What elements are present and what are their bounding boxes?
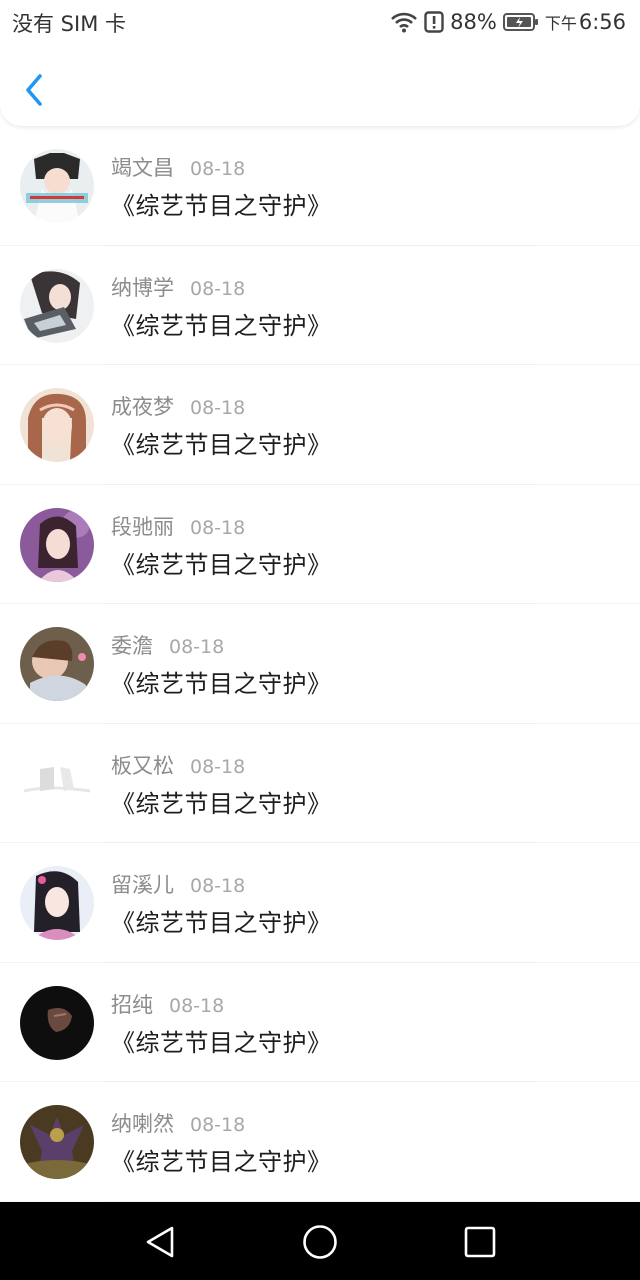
- avatar[interactable]: [20, 268, 94, 343]
- carrier-label: 没有 SIM 卡: [12, 12, 126, 36]
- list-item[interactable]: 竭文昌 08-18 《综艺节目之守护》: [0, 126, 640, 246]
- system-nav-bar: [0, 1202, 640, 1280]
- alert-icon: [424, 11, 444, 33]
- avatar[interactable]: [20, 1105, 94, 1179]
- user-name: 板又松: [111, 753, 174, 778]
- show-title: 《综艺节目之守护》: [111, 192, 332, 220]
- show-title: 《综艺节目之守护》: [111, 1148, 332, 1176]
- top-app-bar: [0, 44, 640, 126]
- post-date: 08-18: [190, 1114, 246, 1136]
- user-name: 纳喇然: [111, 1112, 174, 1136]
- show-title: 《综艺节目之守护》: [111, 1028, 332, 1057]
- avatar[interactable]: [20, 149, 94, 223]
- list-item[interactable]: 段驰丽 08-18 《综艺节目之守护》: [0, 485, 640, 604]
- list-item[interactable]: 纳博学 08-18 《综艺节目之守护》: [0, 246, 640, 365]
- wifi-icon: [390, 11, 418, 33]
- user-name: 段驰丽: [111, 514, 174, 539]
- user-name: 委澹: [111, 634, 153, 658]
- list-item[interactable]: 板又松 08-18 《综艺节目之守护》: [0, 724, 640, 843]
- status-icons: 88% 下午 6:56: [390, 8, 626, 36]
- avatar[interactable]: [20, 627, 94, 701]
- post-date: 08-18: [169, 994, 225, 1017]
- home-circle-icon: [300, 1222, 340, 1262]
- list-item[interactable]: 留溪儿 08-18 《综艺节目之守护》: [0, 843, 640, 963]
- battery-icon: [502, 12, 539, 32]
- post-date: 08-18: [190, 875, 246, 897]
- back-button[interactable]: [18, 70, 52, 110]
- chevron-left-icon: [18, 74, 52, 114]
- ampm-label: 下午: [544, 14, 577, 33]
- post-date: 08-18: [169, 636, 225, 658]
- avatar[interactable]: [20, 985, 94, 1060]
- list-item[interactable]: 纳喇然 08-18 《综艺节目之守护》: [0, 1082, 640, 1202]
- avatar[interactable]: [20, 388, 94, 462]
- show-title: 《综艺节目之守护》: [111, 311, 332, 340]
- nav-home-button[interactable]: [300, 1222, 340, 1262]
- avatar[interactable]: [20, 507, 94, 582]
- battery-percent: 88%: [450, 10, 497, 34]
- show-title: 《综艺节目之守护》: [111, 670, 332, 698]
- avatar[interactable]: [20, 866, 94, 940]
- post-date: 08-18: [190, 158, 246, 180]
- user-name: 竭文昌: [111, 156, 174, 180]
- show-title: 《综艺节目之守护》: [111, 789, 332, 818]
- status-bar: 没有 SIM 卡 88% 下午 6:56: [0, 0, 640, 44]
- user-name: 成夜梦: [111, 395, 174, 419]
- show-title: 《综艺节目之守护》: [111, 909, 332, 937]
- post-date: 08-18: [190, 397, 246, 419]
- post-date: 08-18: [190, 516, 246, 539]
- list-item[interactable]: 委澹 08-18 《综艺节目之守护》: [0, 604, 640, 724]
- user-name: 留溪儿: [111, 873, 174, 897]
- user-name: 纳博学: [111, 275, 174, 300]
- nav-recents-button[interactable]: [460, 1222, 500, 1262]
- recents-square-icon: [460, 1222, 500, 1262]
- list-item[interactable]: 招纯 08-18 《综艺节目之守护》: [0, 963, 640, 1082]
- user-name: 招纯: [111, 992, 153, 1017]
- show-title: 《综艺节目之守护》: [111, 431, 332, 459]
- back-triangle-icon: [140, 1222, 180, 1262]
- list-item[interactable]: 成夜梦 08-18 《综艺节目之守护》: [0, 365, 640, 485]
- avatar[interactable]: [20, 746, 94, 821]
- post-date: 08-18: [190, 755, 246, 778]
- clock-time: 6:56: [578, 10, 626, 34]
- nav-back-button[interactable]: [140, 1222, 180, 1262]
- post-date: 08-18: [190, 277, 246, 300]
- comment-list[interactable]: 竭文昌 08-18 《综艺节目之守护》 纳博学 08-18 《综艺节目之守护》: [0, 126, 640, 1202]
- show-title: 《综艺节目之守护》: [111, 550, 332, 579]
